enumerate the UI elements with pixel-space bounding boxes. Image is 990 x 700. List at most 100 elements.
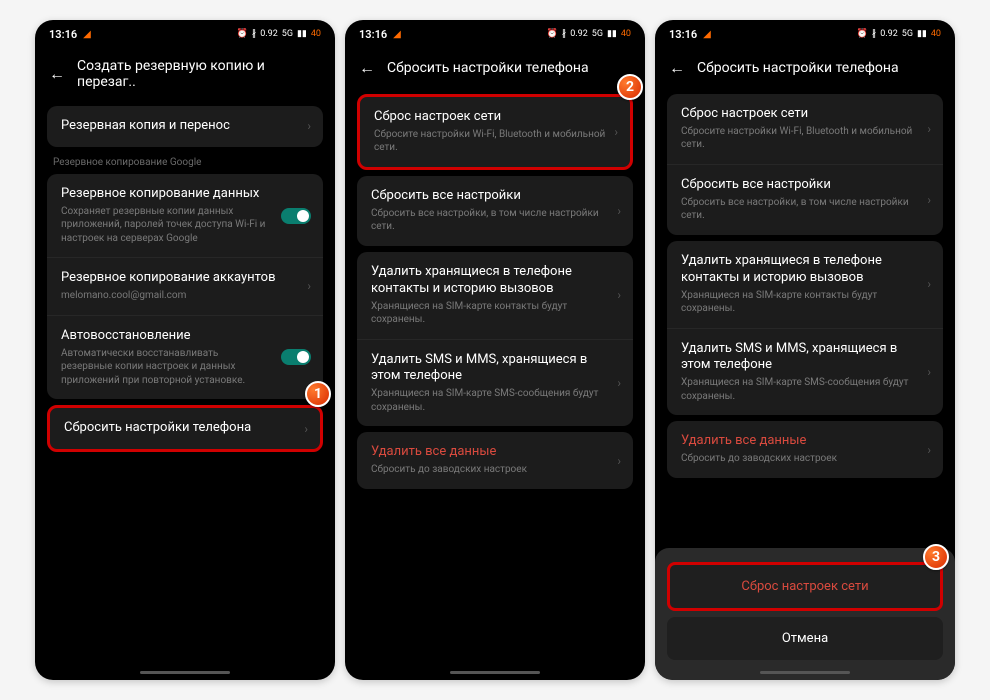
data-backup-row[interactable]: Резервное копирование данных Сохраняет р…: [47, 174, 323, 257]
net-icon: 5G: [592, 29, 603, 39]
delete-sms-sub: Хранящиеся на SIM-карте SMS-сообщения бу…: [371, 387, 619, 414]
chevron-right-icon: ›: [617, 454, 621, 468]
acct-backup-sub: melomano.cool@gmail.com: [61, 289, 309, 303]
reset-all-title: Сбросить все настройки: [681, 177, 929, 194]
status-bar: 13:16 ◢ ⏰ ∦ 0.92 5G ▮▮ 40: [655, 20, 955, 48]
delete-contacts-title: Удалить хранящиеся в телефоне контакты и…: [681, 253, 929, 287]
alarm-icon: ⏰: [236, 29, 247, 39]
delete-contacts-sub: Хранящиеся на SIM-карте контакты будут с…: [681, 289, 929, 316]
reset-net-card: Сброс настроек сети Сбросите настройки W…: [357, 94, 633, 170]
autorestore-toggle[interactable]: [281, 349, 311, 365]
reset-net-row[interactable]: Сброс настроек сети Сбросите настройки W…: [360, 97, 630, 167]
reset-phone-label: Сбросить настройки телефона: [64, 420, 306, 437]
erase-title: Удалить все данные: [371, 444, 619, 461]
delete-sms-sub: Хранящиеся на SIM-карте SMS-сообщения бу…: [681, 376, 929, 403]
rec-icon: ◢: [703, 29, 711, 40]
battery-icon: 40: [621, 29, 631, 39]
signal-icon: ▮▮: [607, 29, 617, 39]
chevron-right-icon: ›: [307, 279, 311, 293]
delete-card: Удалить хранящиеся в телефоне контакты и…: [667, 241, 943, 416]
signal-icon: ▮▮: [917, 29, 927, 39]
status-bar: 13:16 ◢ ⏰ ∦ 0.92 5G ▮▮ 40: [345, 20, 645, 48]
step-badge-2: 2: [617, 74, 643, 100]
net-icon: 5G: [902, 29, 913, 39]
rec-icon: ◢: [393, 29, 401, 40]
header: ← Сбросить настройки телефона: [655, 48, 955, 88]
delete-contacts-sub: Хранящиеся на SIM-карте контакты будут с…: [371, 300, 619, 327]
page-title: Сбросить настройки телефона: [387, 60, 589, 76]
bluetooth-icon: ∦: [872, 29, 877, 39]
chevron-right-icon: ›: [617, 376, 621, 390]
delete-sms-row[interactable]: Удалить SMS и MMS, хранящиеся в этом тел…: [667, 328, 943, 416]
chevron-right-icon: ›: [927, 122, 931, 136]
acct-backup-title: Резервное копирование аккаунтов: [61, 270, 309, 287]
chevron-right-icon: ›: [617, 204, 621, 218]
reset-all-sub: Сбросить все настройки, в том числе наст…: [371, 207, 619, 234]
phone-screen-3: 13:16 ◢ ⏰ ∦ 0.92 5G ▮▮ 40 ← Сбросить нас…: [655, 20, 955, 680]
back-icon[interactable]: ←: [669, 58, 685, 78]
chevron-right-icon: ›: [307, 119, 311, 133]
alarm-icon: ⏰: [546, 29, 557, 39]
status-time: 13:16: [359, 28, 387, 41]
chevron-right-icon: ›: [927, 277, 931, 291]
chevron-right-icon: ›: [617, 288, 621, 302]
status-icons: ⏰ ∦ 0.92 5G ▮▮ 40: [856, 29, 941, 39]
google-backup-card: Резервное копирование данных Сохраняет р…: [47, 174, 323, 399]
delete-contacts-row[interactable]: Удалить хранящиеся в телефоне контакты и…: [667, 241, 943, 328]
chevron-right-icon: ›: [927, 443, 931, 457]
rec-icon: ◢: [83, 29, 91, 40]
delete-sms-row[interactable]: Удалить SMS и MMS, хранящиеся в этом тел…: [357, 339, 633, 427]
phone-screen-1: 13:16 ◢ ⏰ ∦ 0.92 5G ▮▮ 40 ← Создать резе…: [35, 20, 335, 680]
erase-card[interactable]: Удалить все данные Сбросить до заводских…: [357, 432, 633, 488]
reset-phone-row[interactable]: Сбросить настройки телефона ›: [47, 405, 323, 452]
page-title: Сбросить настройки телефона: [697, 60, 899, 76]
back-icon[interactable]: ←: [359, 58, 375, 78]
backup-transfer-card[interactable]: Резервная копия и перенос ›: [47, 106, 323, 147]
confirm-reset-button[interactable]: Сброс настроек сети: [667, 562, 943, 611]
acct-backup-row[interactable]: Резервное копирование аккаунтов melomano…: [47, 257, 323, 314]
reset-net-card: Сброс настроек сети Сбросите настройки W…: [667, 94, 943, 235]
chevron-right-icon: ›: [927, 365, 931, 379]
data-backup-title: Резервное копирование данных: [61, 186, 309, 203]
data-backup-toggle[interactable]: [281, 208, 311, 224]
reset-all-row[interactable]: Сбросить все настройки Сбросить все наст…: [667, 164, 943, 235]
signal-icon: ▮▮: [297, 29, 307, 39]
delete-sms-title: Удалить SMS и MMS, хранящиеся в этом тел…: [681, 341, 929, 375]
battery-icon: 40: [931, 29, 941, 39]
delete-sms-title: Удалить SMS и MMS, хранящиеся в этом тел…: [371, 352, 619, 386]
reset-all-row[interactable]: Сбросить все настройки Сбросить все наст…: [357, 176, 633, 246]
bluetooth-icon: ∦: [562, 29, 567, 39]
step-badge-3: 3: [923, 544, 949, 570]
chevron-right-icon: ›: [304, 422, 308, 436]
google-section-label: Резервное копирование Google: [53, 157, 317, 168]
home-indicator[interactable]: [450, 671, 540, 674]
data-backup-sub: Сохраняет резервные копии данных приложе…: [61, 205, 309, 246]
erase-title: Удалить все данные: [681, 433, 929, 450]
step-badge-1: 1: [305, 381, 331, 407]
backup-transfer-label: Резервная копия и перенос: [61, 118, 309, 135]
delete-card: Удалить хранящиеся в телефоне контакты и…: [357, 252, 633, 427]
status-icons: ⏰ ∦ 0.92 5G ▮▮ 40: [236, 29, 321, 39]
reset-net-title: Сброс настроек сети: [681, 106, 929, 123]
erase-card[interactable]: Удалить все данные Сбросить до заводских…: [667, 421, 943, 477]
autorestore-row[interactable]: Автовосстановление Автоматически восстан…: [47, 315, 323, 399]
reset-all-sub: Сбросить все настройки, в том числе наст…: [681, 196, 929, 223]
home-indicator[interactable]: [140, 671, 230, 674]
cancel-button[interactable]: Отмена: [667, 617, 943, 660]
back-icon[interactable]: ←: [49, 64, 65, 84]
status-time: 13:16: [669, 28, 697, 41]
autorestore-title: Автовосстановление: [61, 328, 309, 345]
status-bar: 13:16 ◢ ⏰ ∦ 0.92 5G ▮▮ 40: [35, 20, 335, 48]
page-title: Создать резервную копию и перезаг..: [77, 58, 321, 90]
delete-contacts-title: Удалить хранящиеся в телефоне контакты и…: [371, 264, 619, 298]
chevron-right-icon: ›: [927, 193, 931, 207]
reset-net-title: Сброс настроек сети: [374, 109, 616, 126]
erase-sub: Сбросить до заводских настроек: [681, 452, 929, 466]
home-indicator[interactable]: [760, 671, 850, 674]
phone-screen-2: 13:16 ◢ ⏰ ∦ 0.92 5G ▮▮ 40 ← Сбросить нас…: [345, 20, 645, 680]
reset-net-sub: Сбросите настройки Wi-Fi, Bluetooth и мо…: [374, 128, 616, 155]
reset-net-row[interactable]: Сброс настроек сети Сбросите настройки W…: [667, 94, 943, 164]
bluetooth-icon: ∦: [252, 29, 257, 39]
header: ← Сбросить настройки телефона: [345, 48, 645, 88]
delete-contacts-row[interactable]: Удалить хранящиеся в телефоне контакты и…: [357, 252, 633, 339]
